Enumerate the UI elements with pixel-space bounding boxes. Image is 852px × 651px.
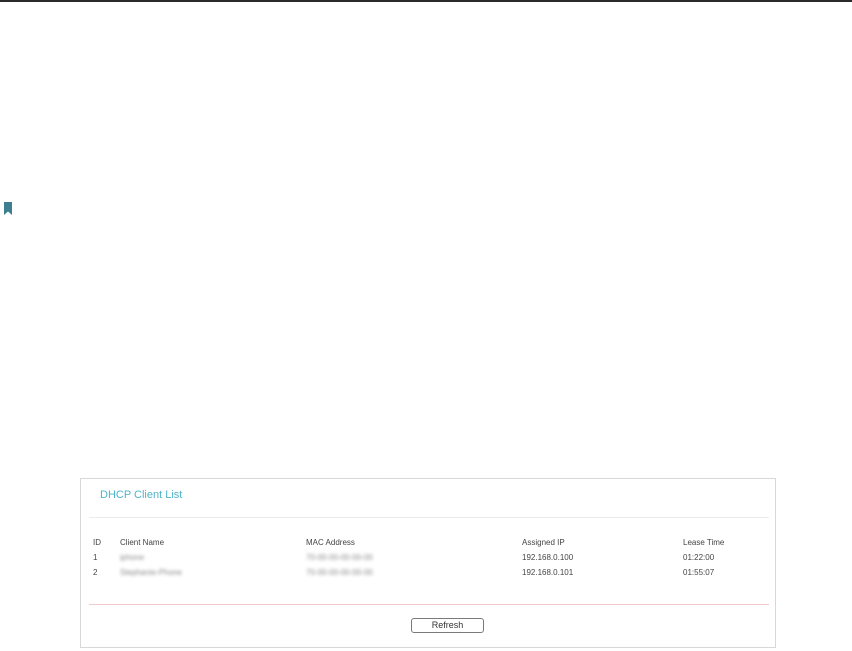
row-mac-address: 70-00-00-00-00-00 [306,568,373,577]
column-header-lease-time: Lease Time [683,538,725,547]
row-id: 1 [93,553,98,562]
bookmark-icon [4,202,12,215]
row-client-name: iphone [120,553,145,562]
column-header-assigned-ip: Assigned IP [522,538,565,547]
table-row: 2 Stephanie-Phone 70-00-00-00-00-00 192.… [93,565,753,580]
refresh-button[interactable]: Refresh [411,618,484,633]
top-rule [0,0,852,2]
row-lease-time: 01:55:07 [683,568,715,577]
title-divider [89,517,769,518]
table-divider [89,604,769,605]
row-id: 2 [93,568,98,577]
row-mac-address: 70-00-00-00-00-00 [306,553,373,562]
row-assigned-ip: 192.168.0.100 [522,553,574,562]
dhcp-client-list-panel: DHCP Client List ID Client Name MAC Addr… [80,478,776,648]
row-lease-time: 01:22:00 [683,553,715,562]
table-header-row: ID Client Name MAC Address Assigned IP L… [93,535,753,550]
table-row: 1 iphone 70-00-00-00-00-00 192.168.0.100… [93,550,753,565]
column-header-mac-address: MAC Address [306,538,355,547]
column-header-client-name: Client Name [120,538,165,547]
row-client-name: Stephanie-Phone [120,568,182,577]
panel-title: DHCP Client List [100,489,183,501]
row-assigned-ip: 192.168.0.101 [522,568,574,577]
column-header-id: ID [93,538,101,547]
client-table: ID Client Name MAC Address Assigned IP L… [93,535,753,580]
client-table-wrap: ID Client Name MAC Address Assigned IP L… [93,535,753,580]
